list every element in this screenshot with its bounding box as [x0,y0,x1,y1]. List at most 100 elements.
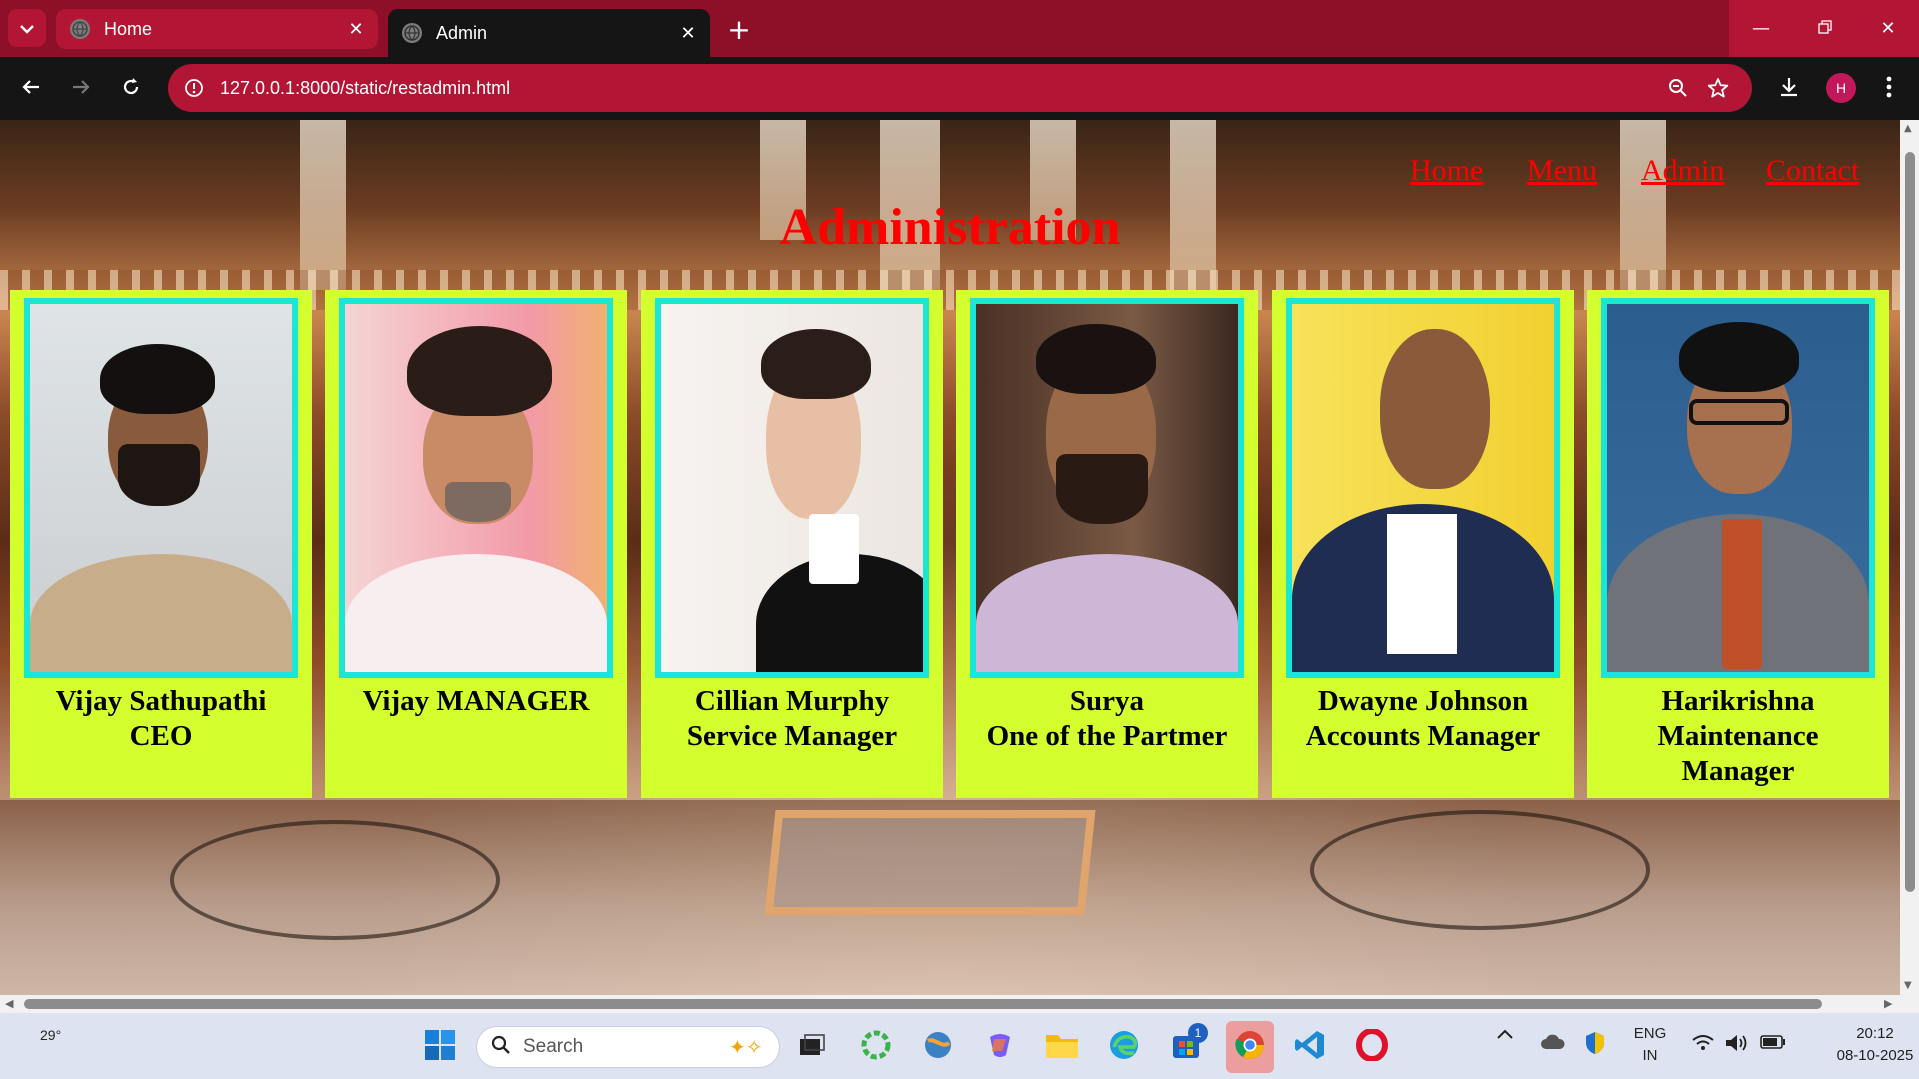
profile-initial: H [1835,80,1847,96]
staff-caption: Cillian Murphy Service Manager [641,684,943,754]
forward-button[interactable] [62,70,100,108]
vscode-icon [1294,1029,1326,1065]
staff-card: Vijay Sathupathi CEO [10,290,312,798]
url-text: 127.0.0.1:8000/static/restadmin.html [220,77,511,98]
staff-name: Vijay Sathupathi [55,685,267,717]
scroll-right-icon[interactable]: ▶ [1884,997,1892,1010]
address-bar[interactable]: 127.0.0.1:8000/static/restadmin.html [168,64,1752,112]
staff-name: Vijay MANAGER [362,685,590,717]
page-title: Administration [779,199,1121,256]
downloads-button[interactable] [1770,70,1808,108]
search-icon [491,1035,511,1059]
profile-avatar[interactable]: H [1826,73,1856,103]
staff-photo [1601,298,1875,678]
volume-icon[interactable] [1724,1033,1748,1058]
minimize-button[interactable]: — [1729,0,1793,57]
staff-photo [24,298,298,678]
taskbar-app-ring[interactable] [856,1027,896,1067]
restore-button[interactable] [1793,0,1857,57]
nav-link-home[interactable]: Home [1410,154,1483,188]
taskbar-app-opera[interactable] [1352,1027,1392,1067]
security-tray-icon[interactable] [1584,1031,1606,1060]
taskbar-app-edge[interactable] [1104,1027,1144,1067]
language-code: ENG [1633,1025,1667,1042]
scroll-down-icon[interactable]: ▼ [1904,980,1912,991]
nav-link-contact[interactable]: Contact [1766,154,1859,188]
staff-name: Surya [1069,685,1145,717]
weather-widget[interactable]: 29° [40,1027,61,1043]
wifi-icon[interactable] [1692,1035,1714,1056]
taskbar-app-chrome[interactable] [1226,1021,1274,1073]
star-icon[interactable] [1698,68,1738,108]
tab-search-button[interactable] [8,9,46,47]
staff-name: Cillian Murphy [694,685,890,717]
staff-caption: Surya One of the Partmer [956,684,1258,754]
tab-home[interactable]: Home ✕ [56,9,378,49]
reload-button[interactable] [112,70,150,108]
task-view-button[interactable] [792,1027,832,1067]
taskbar-app-store[interactable]: 1 [1166,1023,1208,1067]
taskbar-app-copilot[interactable] [980,1027,1020,1067]
taskbar-app-vscode[interactable] [1290,1027,1330,1067]
download-icon [1778,76,1800,102]
clock-date: 08-10-2025 [1836,1047,1914,1064]
shield-icon [1584,1032,1606,1059]
system-clock[interactable]: 20:12 08-10-2025 [1835,1023,1915,1067]
page-viewport: Home Menu Admin Contact Administration V… [0,120,1900,995]
horizontal-scrollbar[interactable]: ◀ ▶ [0,995,1919,1013]
windows-icon [424,1029,456,1065]
arrow-left-icon [21,77,41,101]
scroll-left-icon[interactable]: ◀ [5,997,13,1010]
staff-card: Vijay MANAGER [325,290,627,798]
close-window-button[interactable]: ✕ [1857,0,1919,57]
scroll-up-icon[interactable]: ▲ [1904,123,1912,134]
restore-icon [1818,18,1832,39]
notification-badge: 1 [1188,1023,1208,1043]
language-indicator[interactable]: ENG IN [1628,1023,1672,1067]
clock-time: 20:12 [1856,1025,1894,1042]
staff-card: Harikrishna Maintenance Manager [1587,290,1889,798]
browser-menu-button[interactable] [1870,70,1908,108]
new-tab-button[interactable]: + [722,12,756,46]
globe-icon [70,19,90,39]
close-icon: ✕ [1880,18,1896,39]
vertical-scrollbar[interactable]: ▲ ▼ [1900,120,1919,995]
staff-caption: Dwayne Johnson Accounts Manager [1272,684,1574,754]
staff-photo [339,298,613,678]
taskbar-search[interactable]: Search ✦✧ [476,1026,780,1068]
staff-caption: Vijay MANAGER [325,684,627,719]
search-placeholder: Search [523,1036,584,1057]
staff-caption: Harikrishna Maintenance Manager [1587,684,1889,789]
copilot-icon [984,1029,1016,1065]
nav-link-admin[interactable]: Admin [1641,154,1724,188]
staff-caption: Vijay Sathupathi CEO [10,684,312,754]
staff-photo [970,298,1244,678]
show-hidden-icons-button[interactable] [1496,1027,1514,1045]
battery-icon[interactable] [1760,1035,1786,1054]
start-button[interactable] [420,1027,460,1067]
nav-link-menu[interactable]: Menu [1527,154,1597,188]
browser-titlebar: Home ✕ Admin ✕ + — ✕ [0,0,1919,57]
scrollbar-thumb[interactable] [24,999,1822,1009]
staff-name: Dwayne Johnson [1317,685,1529,717]
scrollbar-thumb[interactable] [1905,152,1915,892]
back-button[interactable] [12,70,50,108]
language-region: IN [1642,1047,1658,1064]
staff-role: Accounts Manager [1305,720,1541,752]
staff-card: Surya One of the Partmer [956,290,1258,798]
taskbar-app-globe[interactable] [918,1027,958,1067]
reload-icon [121,77,141,101]
taskbar-app-file-explorer[interactable] [1042,1027,1082,1067]
staff-role: CEO [129,720,193,752]
opera-icon [1356,1028,1388,1065]
globe-icon [402,23,422,43]
taskbar: 29° Search ✦✧ 1 ENG IN 20:12 08-10-2025 [0,1013,1919,1079]
tab-admin[interactable]: Admin ✕ [388,9,710,57]
minimize-icon: — [1752,18,1770,39]
not-secure-icon[interactable] [182,76,206,100]
zoom-icon[interactable] [1658,68,1698,108]
close-icon[interactable]: ✕ [674,19,702,47]
close-icon[interactable]: ✕ [342,15,370,43]
weather-temperature: 29° [40,1027,62,1043]
onedrive-tray-icon[interactable] [1540,1033,1566,1056]
